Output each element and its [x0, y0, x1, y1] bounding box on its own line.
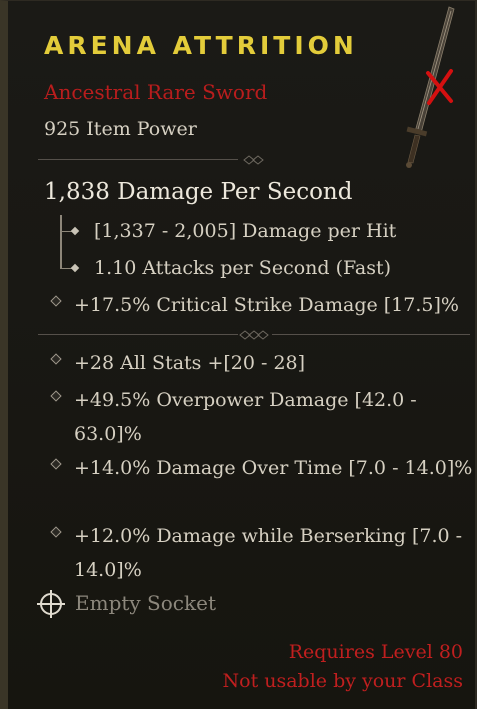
- divider: [38, 154, 268, 166]
- damage-per-hit: [1,337 - 2,005] Damage per Hit: [94, 220, 397, 242]
- divider: [38, 329, 470, 341]
- tree-bullet: [70, 263, 80, 273]
- affix-bullet-icon: [50, 458, 62, 470]
- sword-icon: [406, 6, 455, 168]
- item-rarity-type: Ancestral Rare Sword: [44, 80, 268, 104]
- affix-bullet-icon: [50, 526, 62, 538]
- item-name: ARENA ATTRITION: [44, 31, 358, 60]
- level-requirement: Requires Level 80: [288, 641, 463, 663]
- tree-bullet: [70, 226, 80, 236]
- affix-bullet-icon: [50, 295, 62, 307]
- affix-text: +28 All Stats +[20 - 28]: [74, 352, 306, 374]
- item-tooltip: ARENA ATTRITION Ancestral Rare Sword 925…: [0, 0, 477, 709]
- affix-bullet-icon: [50, 353, 62, 365]
- empty-socket-icon: [37, 590, 65, 618]
- implicit-affix-text: +17.5% Critical Strike Damage [17.5]%: [74, 294, 459, 316]
- affix-text: +14.0% Damage Over Time [7.0 - 14.0]%: [74, 457, 473, 479]
- affix-text: +49.5% Overpower Damage [42.0 - 63.0]%: [74, 389, 417, 445]
- class-requirement: Not usable by your Class: [222, 670, 464, 692]
- attack-speed: 1.10 Attacks per Second (Fast): [94, 257, 392, 279]
- affix-bullet-icon: [50, 390, 62, 402]
- stat-tree-line: [60, 215, 62, 269]
- affix-text: +12.0% Damage while Berserking [7.0 - 14…: [74, 525, 463, 581]
- socket-label: Empty Socket: [75, 591, 216, 615]
- damage-per-second: 1,838 Damage Per Second: [44, 179, 353, 205]
- item-power: 925 Item Power: [44, 118, 197, 140]
